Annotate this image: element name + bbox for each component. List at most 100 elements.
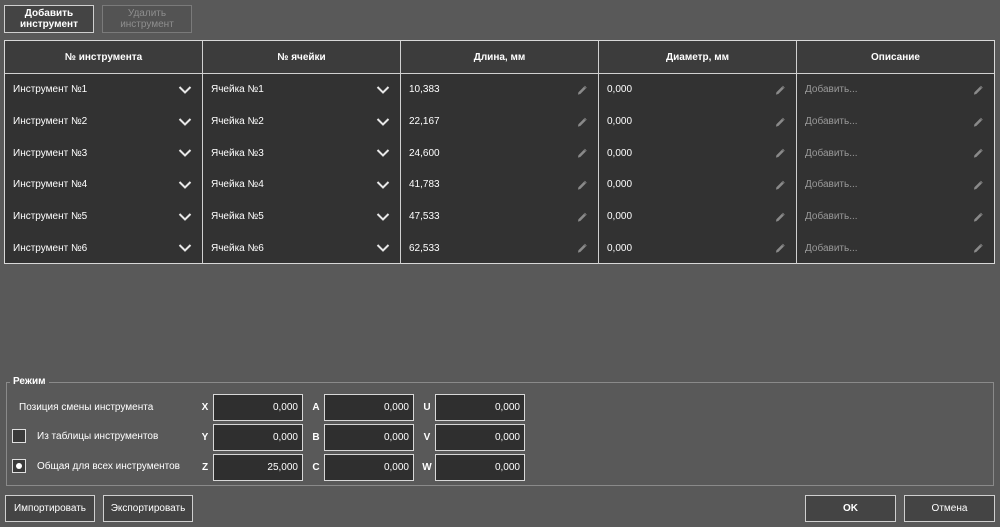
import-button[interactable]: Импортировать — [5, 495, 95, 522]
cell-select[interactable]: Ячейка №5 — [203, 200, 401, 233]
tool-select[interactable]: Инструмент №3 — [5, 137, 203, 170]
pencil-icon[interactable] — [775, 116, 786, 127]
axis-c-label: C — [312, 462, 320, 473]
header-cell-number: № ячейки — [203, 41, 401, 73]
table-row: Инструмент №2 Ячейка №2 22,167 0,000 Добавит… — [5, 105, 994, 138]
ok-button[interactable]: OK — [805, 495, 896, 522]
chevron-down-icon[interactable] — [178, 85, 192, 95]
add-tool-label: Добавить инструмент — [20, 8, 78, 30]
chevron-down-icon[interactable] — [376, 148, 390, 158]
description-placeholder: Добавить... — [805, 242, 858, 254]
tool-value: Инструмент №3 — [13, 147, 88, 159]
pencil-icon[interactable] — [577, 116, 588, 127]
diameter-field[interactable]: 0,000 — [599, 169, 797, 201]
pencil-icon[interactable] — [973, 211, 984, 222]
pencil-icon[interactable] — [775, 84, 786, 95]
description-field[interactable]: Добавить... — [797, 74, 994, 106]
from-table-checkbox[interactable] — [12, 429, 26, 443]
axis-b-input[interactable]: 0,000 — [324, 424, 414, 451]
cell-select[interactable]: Ячейка №4 — [203, 169, 401, 201]
description-field[interactable]: Добавить... — [797, 137, 994, 169]
length-field[interactable]: 10,383 — [401, 74, 599, 106]
cell-select[interactable]: Ячейка №2 — [203, 105, 401, 138]
pencil-icon[interactable] — [775, 179, 786, 190]
cell-value: Ячейка №1 — [211, 84, 264, 96]
chevron-down-icon[interactable] — [376, 85, 390, 95]
length-field[interactable]: 47,533 — [401, 200, 599, 233]
pencil-icon[interactable] — [973, 179, 984, 190]
chevron-down-icon[interactable] — [178, 148, 192, 158]
chevron-down-icon[interactable] — [178, 117, 192, 127]
pencil-icon[interactable] — [577, 148, 588, 159]
description-field[interactable]: Добавить... — [797, 232, 994, 264]
export-button[interactable]: Экспортировать — [103, 495, 193, 522]
pencil-icon[interactable] — [577, 211, 588, 222]
tool-select[interactable]: Инструмент №1 — [5, 74, 203, 106]
length-field[interactable]: 22,167 — [401, 105, 599, 138]
cancel-button[interactable]: Отмена — [904, 495, 995, 522]
cell-select[interactable]: Ячейка №3 — [203, 137, 401, 170]
length-field[interactable]: 24,600 — [401, 137, 599, 170]
axis-w-input[interactable]: 0,000 — [435, 454, 525, 481]
tool-select[interactable]: Инструмент №5 — [5, 200, 203, 233]
pencil-icon[interactable] — [577, 243, 588, 254]
axis-z-input[interactable]: 25,000 — [213, 454, 303, 481]
axis-x-input[interactable]: 0,000 — [213, 394, 303, 421]
description-field[interactable]: Добавить... — [797, 106, 994, 138]
chevron-down-icon[interactable] — [376, 117, 390, 127]
position-label: Позиция смены инструмента — [19, 402, 154, 413]
tool-value: Инструмент №2 — [13, 116, 88, 128]
length-value: 10,383 — [409, 84, 440, 96]
axis-c-input[interactable]: 0,000 — [324, 454, 414, 481]
diameter-value: 0,000 — [607, 179, 633, 191]
diameter-field[interactable]: 0,000 — [599, 200, 797, 233]
axis-v-input[interactable]: 0,000 — [435, 424, 525, 451]
axis-y-label: Y — [201, 432, 209, 443]
chevron-down-icon[interactable] — [178, 180, 192, 190]
length-value: 24,600 — [409, 147, 440, 159]
axis-y-input[interactable]: 0,000 — [213, 424, 303, 451]
axis-a-input[interactable]: 0,000 — [324, 394, 414, 421]
axis-u-input[interactable]: 0,000 — [435, 394, 525, 421]
common-radio[interactable] — [12, 459, 26, 473]
tool-select[interactable]: Инструмент №2 — [5, 105, 203, 138]
tool-value: Инструмент №5 — [13, 211, 88, 223]
length-field[interactable]: 62,533 — [401, 232, 599, 265]
cell-value: Ячейка №4 — [211, 179, 264, 191]
table-row: Инструмент №4 Ячейка №4 41,783 0,000 Добавит… — [5, 169, 994, 201]
description-field[interactable]: Добавить... — [797, 201, 994, 233]
length-value: 22,167 — [409, 116, 440, 128]
pencil-icon[interactable] — [973, 116, 984, 127]
diameter-field[interactable]: 0,000 — [599, 74, 797, 106]
pencil-icon[interactable] — [775, 243, 786, 254]
cell-select[interactable]: Ячейка №1 — [203, 74, 401, 106]
chevron-down-icon[interactable] — [376, 212, 390, 222]
pencil-icon[interactable] — [577, 179, 588, 190]
length-field[interactable]: 41,783 — [401, 169, 599, 201]
diameter-field[interactable]: 0,000 — [599, 232, 797, 265]
axis-w-label: W — [422, 462, 432, 473]
cell-value: Ячейка №6 — [211, 242, 264, 254]
mode-title: Режим — [10, 376, 49, 387]
pencil-icon[interactable] — [775, 211, 786, 222]
pencil-icon[interactable] — [577, 84, 588, 95]
cell-select[interactable]: Ячейка №6 — [203, 232, 401, 265]
remove-tool-button[interactable]: Удалить инструмент — [102, 5, 192, 33]
pencil-icon[interactable] — [973, 148, 984, 159]
diameter-field[interactable]: 0,000 — [599, 105, 797, 138]
tool-select[interactable]: Инструмент №4 — [5, 169, 203, 201]
tool-select[interactable]: Инструмент №6 — [5, 232, 203, 265]
pencil-icon[interactable] — [973, 243, 984, 254]
chevron-down-icon[interactable] — [178, 212, 192, 222]
pencil-icon[interactable] — [973, 84, 984, 95]
length-value: 47,533 — [409, 211, 440, 223]
diameter-field[interactable]: 0,000 — [599, 137, 797, 170]
chevron-down-icon[interactable] — [376, 243, 390, 253]
description-field[interactable]: Добавить... — [797, 169, 994, 201]
chevron-down-icon[interactable] — [178, 243, 192, 253]
header-description: Описание — [871, 51, 920, 63]
chevron-down-icon[interactable] — [376, 180, 390, 190]
diameter-value: 0,000 — [607, 84, 633, 96]
add-tool-button[interactable]: Добавить инструмент — [4, 5, 94, 33]
pencil-icon[interactable] — [775, 148, 786, 159]
